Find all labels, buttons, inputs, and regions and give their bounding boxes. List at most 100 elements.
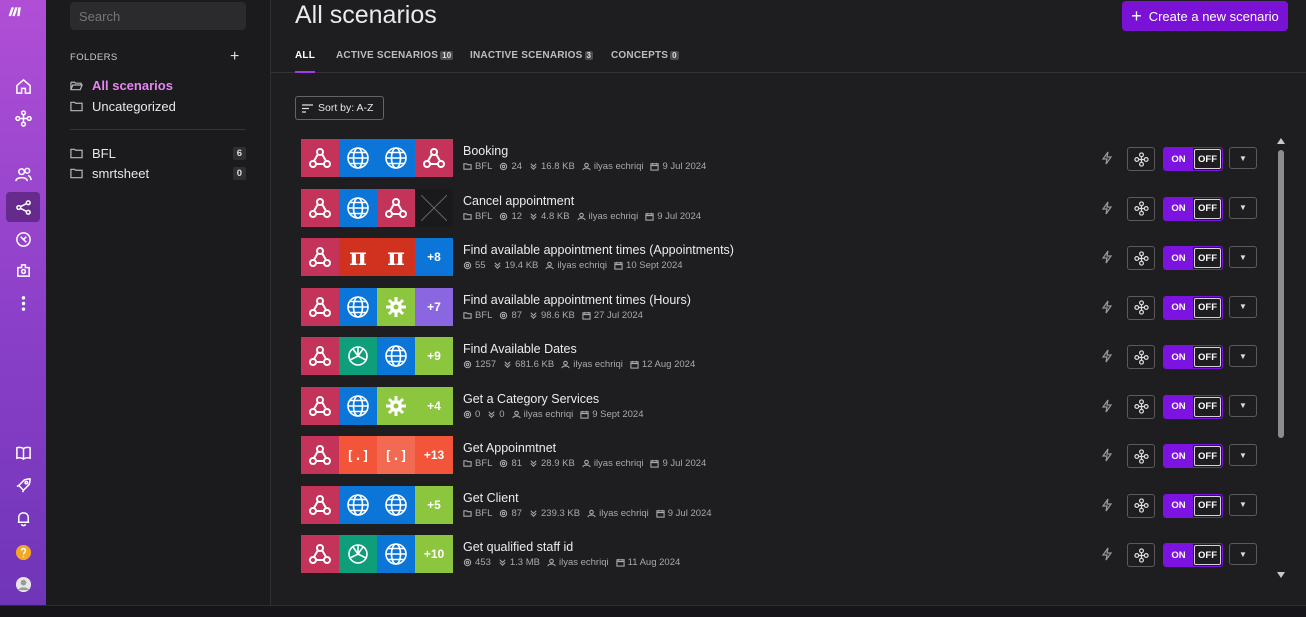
scenario-name[interactable]: Get qualified staff id <box>463 540 573 554</box>
docs-icon[interactable] <box>6 437 40 467</box>
scenario-options-dropdown[interactable]: ▼ <box>1229 543 1257 565</box>
scenario-row[interactable]: +4 Get a Category Services 0 0 ilyas echri… <box>301 386 1261 426</box>
scenario-name[interactable]: Get Client <box>463 491 519 505</box>
share-icon[interactable] <box>6 192 40 222</box>
scenario-options-dropdown[interactable]: ▼ <box>1229 394 1257 417</box>
add-folder-button[interactable]: + <box>230 48 239 66</box>
webhook-icon <box>301 287 339 326</box>
scenario-options-dropdown[interactable]: ▼ <box>1229 246 1257 268</box>
toggle-on[interactable]: ON <box>1164 544 1193 566</box>
scenario-diagram-button[interactable] <box>1127 147 1155 171</box>
toggle-off[interactable]: OFF <box>1194 248 1221 268</box>
toggle-on[interactable]: ON <box>1164 247 1193 269</box>
more-icon[interactable] <box>6 288 40 318</box>
help-icon[interactable] <box>6 537 40 567</box>
scenario-row[interactable]: +10 Get qualified staff id 453 1.3 MB ilya… <box>301 534 1261 574</box>
scenario-row[interactable]: Cancel appointment BFL 12 4.8 KB ilyas echr… <box>301 188 1261 228</box>
scenario-row[interactable]: +9 Find Available Dates 1257 681.6 KB ilya… <box>301 336 1261 376</box>
toggle-off[interactable]: OFF <box>1194 396 1221 417</box>
scenario-name[interactable]: Booking <box>463 144 508 158</box>
templates-icon[interactable] <box>6 255 40 285</box>
toggle-on[interactable]: ON <box>1164 296 1193 319</box>
scenario-options-dropdown[interactable]: ▼ <box>1229 295 1257 318</box>
folder-all-scenarios[interactable]: All scenarios <box>70 78 246 93</box>
toggle-on[interactable]: ON <box>1164 197 1193 220</box>
scenario-name[interactable]: Find Available Dates <box>463 342 577 356</box>
scenario-on-off-toggle[interactable]: ON OFF <box>1163 444 1223 468</box>
scenario-on-off-toggle[interactable]: ON OFF <box>1163 493 1223 518</box>
scenario-diagram-button[interactable] <box>1127 295 1155 320</box>
avatar[interactable] <box>6 569 40 599</box>
scrollbar-thumb[interactable] <box>1278 150 1284 438</box>
scenario-diagram-button[interactable] <box>1127 444 1155 468</box>
tab-concepts[interactable]: CONCEPTS 0 <box>611 50 679 73</box>
scenario-row[interactable]: +5 Get Client BFL 87 239.3 KB ilyas echriqi… <box>301 485 1261 525</box>
scenario-diagram-button[interactable] <box>1127 246 1155 270</box>
scenario-diagram-button[interactable] <box>1127 493 1155 518</box>
scenario-name[interactable]: Get Appoinmtnet <box>463 441 556 455</box>
scenario-options-dropdown[interactable]: ▼ <box>1229 493 1257 516</box>
scenario-diagram-button[interactable] <box>1127 394 1155 419</box>
scroll-up-icon[interactable] <box>1277 138 1285 144</box>
folder-uncategorized[interactable]: Uncategorized <box>70 99 246 114</box>
tab-label: INACTIVE SCENARIOS <box>470 50 583 61</box>
scenario-name[interactable]: Get a Category Services <box>463 392 599 406</box>
scenario-diagram-button[interactable] <box>1127 196 1155 221</box>
connections-icon[interactable] <box>6 224 40 254</box>
team-icon[interactable] <box>6 159 40 189</box>
meta-date-text: 9 Jul 2024 <box>662 458 707 469</box>
toggle-off[interactable]: OFF <box>1194 297 1221 318</box>
scrollbar[interactable] <box>1277 138 1285 580</box>
operations-icon <box>463 360 472 369</box>
scenario-name[interactable]: Find available appointment times (Hours) <box>463 293 691 307</box>
scenario-on-off-toggle[interactable]: ON OFF <box>1163 543 1223 567</box>
scenario-options-dropdown[interactable]: ▼ <box>1229 196 1257 219</box>
toggle-off[interactable]: OFF <box>1194 495 1221 516</box>
scenario-on-off-toggle[interactable]: ON OFF <box>1163 196 1223 221</box>
scroll-down-icon[interactable] <box>1277 572 1285 578</box>
scenario-name[interactable]: Find available appointment times (Appoin… <box>463 243 734 257</box>
scenario-on-off-toggle[interactable]: ON OFF <box>1163 147 1223 171</box>
toggle-off[interactable]: OFF <box>1194 446 1221 466</box>
meta-ops-text: 12 <box>511 210 523 222</box>
scenario-options-dropdown[interactable]: ▼ <box>1229 345 1257 367</box>
scenario-row[interactable]: Booking BFL 24 16.8 KB ilyas echriqi 9 Jul 2… <box>301 138 1261 178</box>
scenario-on-off-toggle[interactable]: ON OFF <box>1163 345 1223 369</box>
scenario-row[interactable]: π π +8 Find available appointment times (A… <box>301 237 1261 277</box>
scenario-on-off-toggle[interactable]: ON OFF <box>1163 246 1223 270</box>
scenario-diagram-button[interactable] <box>1127 345 1155 369</box>
scenario-row[interactable]: [.] [.] +13 Get Appoinmtnet BFL 81 28.9 KB il… <box>301 435 1261 475</box>
scenario-modules: +5 <box>301 485 453 524</box>
scenario-modules: +4 <box>301 386 453 425</box>
folder-bfl[interactable]: BFL 6 <box>70 146 246 161</box>
bell-icon[interactable] <box>6 503 40 533</box>
toggle-on[interactable]: ON <box>1164 346 1193 368</box>
scenarios-icon[interactable] <box>6 103 40 133</box>
folder-smrtsheet[interactable]: smrtsheet 0 <box>70 166 246 181</box>
toggle-on[interactable]: ON <box>1164 494 1193 517</box>
toggle-off[interactable]: OFF <box>1194 347 1221 367</box>
create-scenario-button[interactable]: + Create a new scenario <box>1122 1 1288 31</box>
tab-inactive[interactable]: INACTIVE SCENARIOS 3 <box>470 50 594 73</box>
toggle-off[interactable]: OFF <box>1194 149 1221 169</box>
logo-icon[interactable] <box>7 3 39 25</box>
launch-icon[interactable] <box>6 470 40 500</box>
search-input[interactable] <box>70 2 246 30</box>
scenario-name[interactable]: Cancel appointment <box>463 194 574 208</box>
scenario-on-off-toggle[interactable]: ON OFF <box>1163 394 1223 419</box>
scenario-on-off-toggle[interactable]: ON OFF <box>1163 295 1223 320</box>
toggle-on[interactable]: ON <box>1164 445 1193 467</box>
sort-button[interactable]: Sort by: A-Z <box>295 96 384 120</box>
toggle-off[interactable]: OFF <box>1194 198 1221 219</box>
toggle-on[interactable]: ON <box>1164 148 1193 170</box>
scenario-options-dropdown[interactable]: ▼ <box>1229 147 1257 169</box>
scenario-row[interactable]: +7 Find available appointment times (Hou… <box>301 287 1261 327</box>
scenario-options-dropdown[interactable]: ▼ <box>1229 444 1257 466</box>
folder-icon <box>70 148 83 159</box>
tab-all[interactable]: ALL <box>295 50 316 73</box>
toggle-on[interactable]: ON <box>1164 395 1193 418</box>
scenario-diagram-button[interactable] <box>1127 543 1155 567</box>
tab-active[interactable]: ACTIVE SCENARIOS 10 <box>336 50 454 73</box>
home-icon[interactable] <box>6 71 40 101</box>
toggle-off[interactable]: OFF <box>1194 545 1221 565</box>
